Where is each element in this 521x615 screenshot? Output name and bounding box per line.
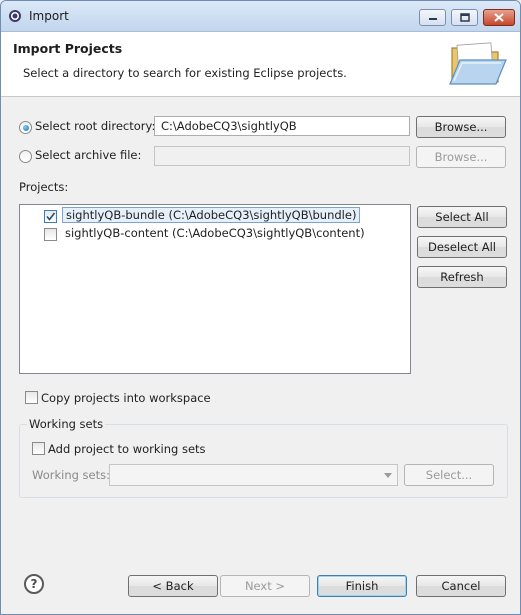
next-button[interactable]: Next > [220,575,310,597]
deselect-all-button[interactable]: Deselect All [417,236,507,258]
maximize-icon [459,13,470,22]
working-sets-label: Working sets: [32,468,111,482]
back-button[interactable]: < Back [128,575,218,597]
projects-list[interactable]: sightlyQB-bundle (C:\AdobeCQ3\sightlyQB\… [19,204,411,374]
minimize-icon [428,17,437,20]
copy-projects-checkbox[interactable] [25,391,38,404]
select-working-sets-button[interactable]: Select... [404,464,494,486]
chevron-down-icon [384,473,392,478]
copy-projects-label: Copy projects into workspace [41,391,211,405]
maximize-button[interactable] [451,9,478,26]
project-checkbox[interactable] [44,228,57,241]
minimize-button[interactable] [419,9,446,26]
archive-file-input[interactable] [154,146,410,166]
project-checkbox[interactable] [44,210,57,223]
select-all-button[interactable]: Select All [417,206,507,228]
working-sets-combo[interactable] [109,464,398,486]
working-sets-group-label: Working sets [27,417,106,431]
title-bar[interactable]: Import [1,1,520,32]
archive-file-radio[interactable] [19,150,32,163]
add-to-working-sets-label: Add project to working sets [48,442,206,456]
page-description: Select a directory to search for existin… [23,66,347,80]
project-row[interactable]: sightlyQB-bundle (C:\AdobeCQ3\sightlyQB\… [20,207,410,225]
working-sets-group [19,424,508,498]
add-to-working-sets-checkbox[interactable] [32,442,45,455]
projects-label: Projects: [19,180,69,194]
cancel-button[interactable]: Cancel [416,575,506,597]
project-label[interactable]: sightlyQB-content (C:\AdobeCQ3\sightlyQB… [62,226,368,240]
project-row[interactable]: sightlyQB-content (C:\AdobeCQ3\sightlyQB… [20,225,410,243]
help-icon[interactable]: ? [24,574,44,594]
root-directory-radio[interactable] [19,121,32,134]
project-label[interactable]: sightlyQB-bundle (C:\AdobeCQ3\sightlyQB\… [62,207,361,223]
archive-file-label: Select archive file: [35,148,142,162]
eclipse-icon [9,10,21,22]
root-directory-input[interactable]: C:\AdobeCQ3\sightlyQB [154,116,410,136]
refresh-button[interactable]: Refresh [417,266,507,288]
page-title: Import Projects [13,41,123,56]
checkmark-icon [46,212,56,221]
window-title: Import [29,9,69,23]
wizard-banner: Import Projects Select a directory to se… [1,32,520,97]
import-dialog: Import Import Projects Select a director… [0,0,521,615]
close-icon [494,13,504,22]
finish-button[interactable]: Finish [317,575,407,597]
close-button[interactable] [483,9,515,26]
browse-directory-button[interactable]: Browse... [416,116,506,138]
open-folder-icon [449,42,507,85]
root-directory-label: Select root directory: [35,119,156,133]
browse-archive-button[interactable]: Browse... [416,146,506,168]
